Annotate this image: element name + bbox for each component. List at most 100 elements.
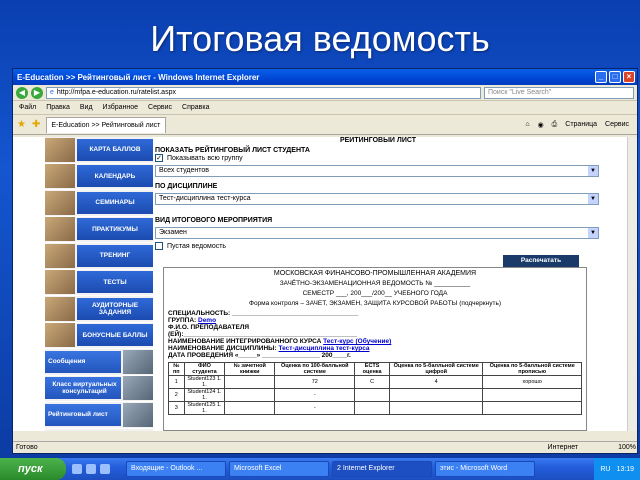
chevron-down-icon[interactable]: ▼ bbox=[588, 166, 598, 176]
date-line: ДАТА ПРОВЕДЕНИЯ «_____» ________________… bbox=[168, 352, 351, 359]
left-nav: КАРТА БАЛЛОВ КАЛЕНДАРЬ СЕМИНАРЫ ПРАКТИКУ… bbox=[45, 137, 153, 431]
table-row: 2 Student124 1. 1. - bbox=[168, 388, 582, 402]
column-header: ECTS оценка bbox=[354, 362, 390, 376]
forward-button[interactable]: ▶ bbox=[31, 86, 43, 99]
status-text: Готово bbox=[16, 444, 38, 451]
nav-item-bonus-points[interactable]: БОНУСНЫЕ БАЛЛЫ bbox=[45, 323, 153, 349]
add-favorites-icon[interactable]: ✚ bbox=[32, 119, 40, 130]
show-group-label: Показывать всю группу bbox=[166, 154, 243, 162]
main-panel: РЕЙТИНГОВЫЙ ЛИСТ ПОКАЗАТЬ РЕЙТИНГОВЫЙ ЛИ… bbox=[155, 137, 601, 431]
taskbar-item[interactable]: 2 Internet Explorer bbox=[332, 461, 432, 477]
url-input[interactable]: e http://mfpa.e-education.ru/ratelist.as… bbox=[46, 86, 481, 99]
window-title: E-Education >> Рейтинговый лист - Window… bbox=[17, 72, 260, 82]
tab-active[interactable]: E-Education >> Рейтинговый лист bbox=[46, 116, 167, 133]
print-icon[interactable]: ⎙ bbox=[552, 121, 558, 129]
window-titlebar: E-Education >> Рейтинговый лист - Window… bbox=[13, 69, 637, 85]
group-link[interactable]: Demo bbox=[198, 317, 216, 324]
print-button[interactable]: Распечатать bbox=[503, 255, 579, 267]
tools-menu[interactable]: Сервис bbox=[605, 121, 629, 128]
table-row: 3 Student125 1. 1. - bbox=[168, 401, 582, 415]
course-link[interactable]: Тест-курс (Обучение) bbox=[323, 338, 391, 345]
menu-file[interactable]: Файл bbox=[19, 104, 36, 111]
menu-view[interactable]: Вид bbox=[80, 104, 93, 111]
close-button[interactable]: × bbox=[623, 71, 635, 83]
chevron-down-icon[interactable]: ▼ bbox=[588, 194, 598, 204]
menu-help[interactable]: Справка bbox=[182, 104, 209, 111]
nav-thumbnail bbox=[45, 323, 75, 348]
security-zone: Интернет bbox=[547, 444, 579, 451]
system-tray: RU 13:19 bbox=[594, 458, 640, 480]
nav-thumbnail bbox=[45, 270, 75, 295]
discipline-link[interactable]: Тест-дисциплина тест-курса bbox=[279, 345, 370, 352]
vertical-scrollbar[interactable] bbox=[627, 137, 637, 431]
menu-favorites[interactable]: Избранное bbox=[103, 104, 138, 111]
group-line: ГРУППА: Demo bbox=[168, 317, 217, 324]
empty-sheet-label: Пустая ведомость bbox=[166, 242, 227, 250]
empty-sheet-checkbox[interactable] bbox=[155, 242, 163, 250]
browser-window: E-Education >> Рейтинговый лист - Window… bbox=[12, 68, 638, 454]
nav-thumbnail bbox=[123, 402, 153, 427]
nav-item-classroom-tasks[interactable]: АУДИТОРНЫЕ ЗАДАНИЯ bbox=[45, 296, 153, 323]
academy-name: МОСКОВСКАЯ ФИНАНСОВО-ПРОМЫШЛЕННАЯ АКАДЕМ… bbox=[273, 270, 477, 277]
nav-item-virtual-consultations[interactable]: Класс виртуальных консультаций bbox=[45, 376, 153, 402]
column-header: № пп bbox=[168, 362, 185, 376]
nav-item-calendar[interactable]: КАЛЕНДАРЬ bbox=[45, 164, 153, 190]
event-select[interactable]: Экзамен ▼ bbox=[155, 227, 599, 239]
nav-item-score-map[interactable]: КАРТА БАЛЛОВ bbox=[45, 137, 153, 164]
taskbar: пуск Входящие - Outlook ... Microsoft Ex… bbox=[0, 458, 640, 480]
nav-thumbnail bbox=[45, 243, 75, 268]
taskbar-item[interactable]: Входящие - Outlook ... bbox=[126, 461, 226, 477]
nav-item-training[interactable]: ТРЕНИНГ bbox=[45, 243, 153, 270]
column-header: № зачетной книжки bbox=[224, 362, 276, 376]
teacher-blank-line: (ЕЙ):___________________________________… bbox=[168, 331, 358, 338]
sheet-title: ЗАЧЁТНО-ЭКЗАМЕНАЦИОННАЯ ВЕДОМОСТЬ № ____… bbox=[279, 280, 471, 287]
specialty-line: СПЕЦИАЛЬНОСТЬ: _________________________… bbox=[168, 310, 359, 317]
final-event-heading: ВИД ИТОГОВОГО МЕРОПРИЯТИЯ bbox=[155, 217, 273, 224]
discipline-line: НАИМЕНОВАНИЕ ДИСЦИПЛИНЫ: Тест-дисциплина… bbox=[168, 345, 370, 352]
home-icon[interactable]: ⌂ bbox=[525, 121, 529, 128]
grades-table: № пп ФИО студента № зачетной книжки Оцен… bbox=[168, 362, 582, 415]
command-bar: ⌂ ◉ ⎙ Страница Сервис bbox=[525, 121, 637, 129]
column-header: Оценка по 5-балльной системе прописью bbox=[482, 362, 582, 376]
empty-sheet-row: Пустая ведомость bbox=[155, 242, 601, 250]
ie-icon[interactable] bbox=[86, 464, 96, 474]
taskbar-item[interactable]: этис - Microsoft Word bbox=[435, 461, 535, 477]
language-indicator[interactable]: RU bbox=[600, 466, 610, 473]
start-button[interactable]: пуск bbox=[0, 458, 66, 480]
control-form-line: Форма контроля – ЗАЧЕТ, ЭКЗАМЕН, ЗАЩИТА … bbox=[249, 300, 501, 307]
page-menu[interactable]: Страница bbox=[565, 121, 597, 128]
page-content: КАРТА БАЛЛОВ КАЛЕНДАРЬ СЕМИНАРЫ ПРАКТИКУ… bbox=[13, 137, 637, 431]
nav-thumbnail bbox=[45, 217, 75, 242]
show-student-heading: ПОКАЗАТЬ РЕЙТИНГОВЫЙ ЛИСТ СТУДЕНТА bbox=[155, 147, 310, 154]
search-input[interactable]: Поиск "Live Search" bbox=[484, 86, 634, 99]
show-group-row: ✓ Показывать всю группу bbox=[155, 154, 601, 162]
slide-title: Итоговая ведомость bbox=[150, 18, 490, 59]
discipline-select[interactable]: Тест-дисциплина тест-курса ▼ bbox=[155, 193, 599, 205]
chevron-down-icon[interactable]: ▼ bbox=[588, 228, 598, 238]
table-header-row: № пп ФИО студента № зачетной книжки Оцен… bbox=[168, 362, 582, 376]
favorites-star-icon[interactable]: ★ bbox=[17, 119, 26, 130]
minimize-button[interactable]: _ bbox=[595, 71, 607, 83]
maximize-button[interactable]: □ bbox=[609, 71, 621, 83]
page-heading: РЕЙТИНГОВЫЙ ЛИСТ bbox=[339, 137, 417, 144]
menu-edit[interactable]: Правка bbox=[46, 104, 70, 111]
nav-item-messages[interactable]: Сообщения bbox=[45, 349, 153, 376]
students-select[interactable]: Всех студентов ▼ bbox=[155, 165, 599, 177]
nav-item-rating-list[interactable]: Рейтинговый лист bbox=[45, 402, 153, 429]
back-button[interactable]: ◀ bbox=[16, 86, 28, 99]
clock: 13:19 bbox=[616, 465, 634, 473]
desktop-icon[interactable] bbox=[72, 464, 82, 474]
nav-item-seminars[interactable]: СЕМИНАРЫ bbox=[45, 190, 153, 217]
taskbar-item[interactable]: Microsoft Excel bbox=[229, 461, 329, 477]
nav-thumbnail bbox=[45, 296, 75, 321]
feeds-icon[interactable]: ◉ bbox=[538, 121, 544, 129]
zoom-level[interactable]: 100% bbox=[618, 444, 636, 451]
menu-tools[interactable]: Сервис bbox=[148, 104, 172, 111]
outlook-icon[interactable] bbox=[100, 464, 110, 474]
nav-thumbnail bbox=[45, 164, 75, 189]
semester-line: СЕМЕСТР ___, 200___/200__ УЧЕБНОГО ГОДА bbox=[302, 290, 448, 297]
nav-item-workshops[interactable]: ПРАКТИКУМЫ bbox=[45, 217, 153, 243]
exam-sheet: МОСКОВСКАЯ ФИНАНСОВО-ПРОМЫШЛЕННАЯ АКАДЕМ… bbox=[163, 267, 587, 431]
show-group-checkbox[interactable]: ✓ bbox=[155, 154, 163, 162]
nav-item-tests[interactable]: ТЕСТЫ bbox=[45, 270, 153, 296]
